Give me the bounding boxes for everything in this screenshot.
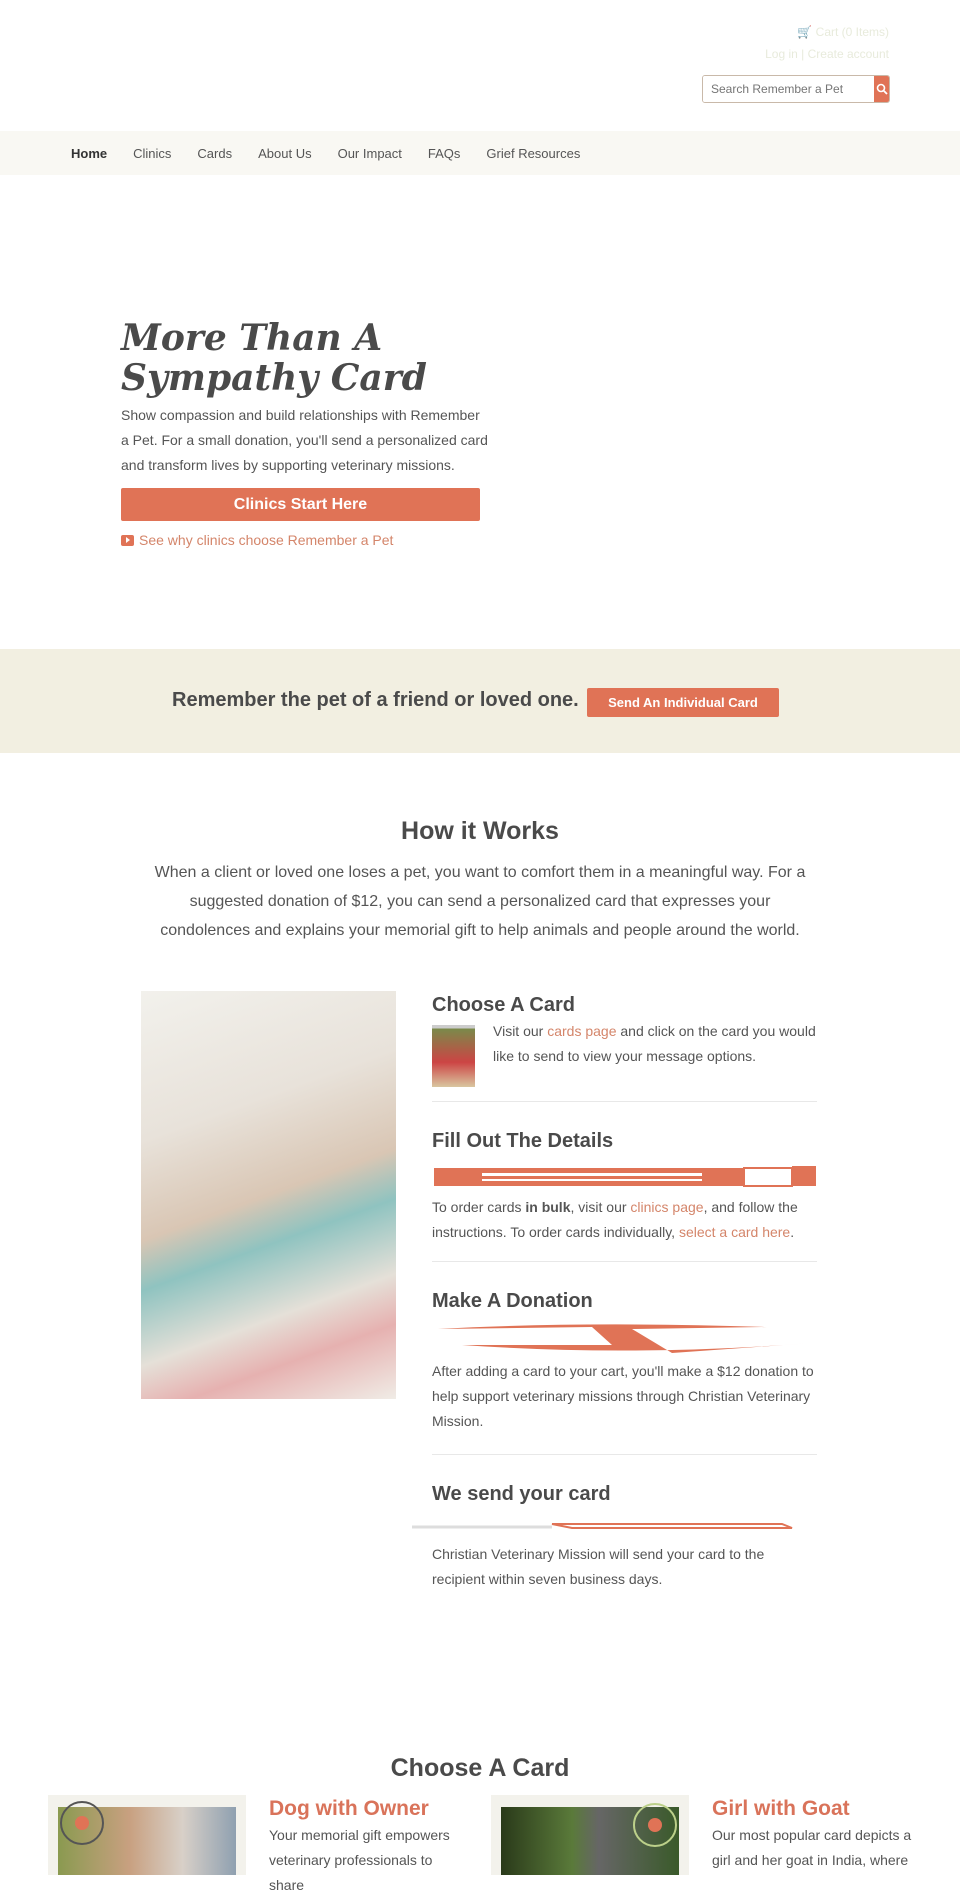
card-info: Girl with Goat Our most popular card dep…: [712, 1797, 917, 1873]
clinics-page-link[interactable]: clinics page: [630, 1199, 703, 1215]
card-info: Dog with Owner Your memorial gift empowe…: [269, 1797, 469, 1898]
cart-link[interactable]: 🛒 Cart (0 Items): [797, 25, 889, 39]
dollar-sign-icon: [438, 1324, 812, 1353]
cart-icon: 🛒: [797, 25, 813, 39]
remember-a-pet-stamp: [60, 1801, 104, 1845]
girl-with-puppy-image: [141, 991, 396, 1399]
step-text: .: [790, 1224, 795, 1240]
nav-about-us[interactable]: About Us: [258, 146, 311, 161]
nav-our-impact[interactable]: Our Impact: [338, 146, 402, 161]
envelope-icon: [412, 1523, 793, 1529]
individual-card-band: Remember the pet of a friend or loved on…: [0, 649, 960, 753]
play-icon: [121, 534, 134, 546]
band-text: Remember the pet of a friend or loved on…: [172, 689, 579, 711]
step-text: To order cards: [432, 1199, 526, 1215]
nav-faqs[interactable]: FAQs: [428, 146, 461, 161]
video-link[interactable]: See why clinics choose Remember a Pet: [121, 532, 393, 548]
account-links: Log in | Create account: [765, 47, 889, 61]
hero-title-line: More Than A: [121, 317, 383, 359]
step-text: After adding a card to your cart, you'll…: [432, 1363, 814, 1429]
pen-icon: [434, 1166, 816, 1187]
card-image-dog-with-owner[interactable]: [48, 1795, 246, 1875]
remember-a-pet-stamp: [633, 1803, 677, 1847]
clinics-start-button[interactable]: Clinics Start Here: [121, 488, 480, 521]
hero-text: Show compassion and build relationships …: [121, 407, 488, 473]
nav-home[interactable]: Home: [71, 146, 107, 161]
card-description: Our most popular card depicts a girl and…: [712, 1827, 912, 1868]
how-it-works-text: When a client or loved one loses a pet, …: [154, 864, 806, 939]
step-title: Make A Donation: [432, 1290, 593, 1312]
card-title-link[interactable]: Girl with Goat: [712, 1797, 917, 1821]
cards-page-link[interactable]: cards page: [547, 1023, 616, 1039]
how-it-works-title: How it Works: [401, 817, 559, 845]
send-individual-card-button[interactable]: Send An Individual Card: [587, 688, 779, 717]
step-text: Visit our: [493, 1023, 548, 1039]
card-description: Your memorial gift empowers veterinary p…: [269, 1827, 450, 1893]
hero-title-line: Sympathy Card: [121, 357, 427, 399]
card-thumbnail: [432, 1025, 475, 1087]
step-title: Choose A Card: [432, 994, 575, 1016]
select-card-link[interactable]: select a card here: [679, 1224, 790, 1240]
search-icon: [876, 83, 888, 95]
main-nav: Home Clinics Cards About Us Our Impact F…: [0, 131, 960, 175]
card-image-girl-with-goat[interactable]: [491, 1795, 689, 1875]
login-link[interactable]: Log in: [765, 47, 798, 61]
card-title-link[interactable]: Dog with Owner: [269, 1797, 469, 1821]
nav-cards[interactable]: Cards: [197, 146, 232, 161]
choose-card-title: Choose A Card: [390, 1754, 570, 1782]
steps-list: Choose A Card Visit our cards page and c…: [412, 994, 817, 1592]
create-account-link[interactable]: Create account: [808, 47, 889, 61]
hero-title: More Than A Sympathy Card: [121, 318, 501, 398]
search-form: [702, 75, 890, 103]
divider: [432, 1454, 817, 1455]
separator: |: [801, 47, 805, 61]
step-title: Fill Out The Details: [432, 1130, 614, 1152]
step-title: We send your card: [432, 1483, 611, 1505]
search-input[interactable]: [703, 76, 874, 102]
nav-clinics[interactable]: Clinics: [133, 146, 171, 161]
step-text: , visit our: [570, 1199, 631, 1215]
search-button[interactable]: [874, 76, 889, 102]
nav-grief-resources[interactable]: Grief Resources: [486, 146, 580, 161]
step-text-bold: in bulk: [525, 1199, 571, 1215]
divider: [432, 1101, 817, 1102]
video-link-label: See why clinics choose Remember a Pet: [139, 532, 394, 548]
divider: [432, 1261, 817, 1262]
step-text: Christian Veterinary Mission will send y…: [432, 1546, 765, 1587]
